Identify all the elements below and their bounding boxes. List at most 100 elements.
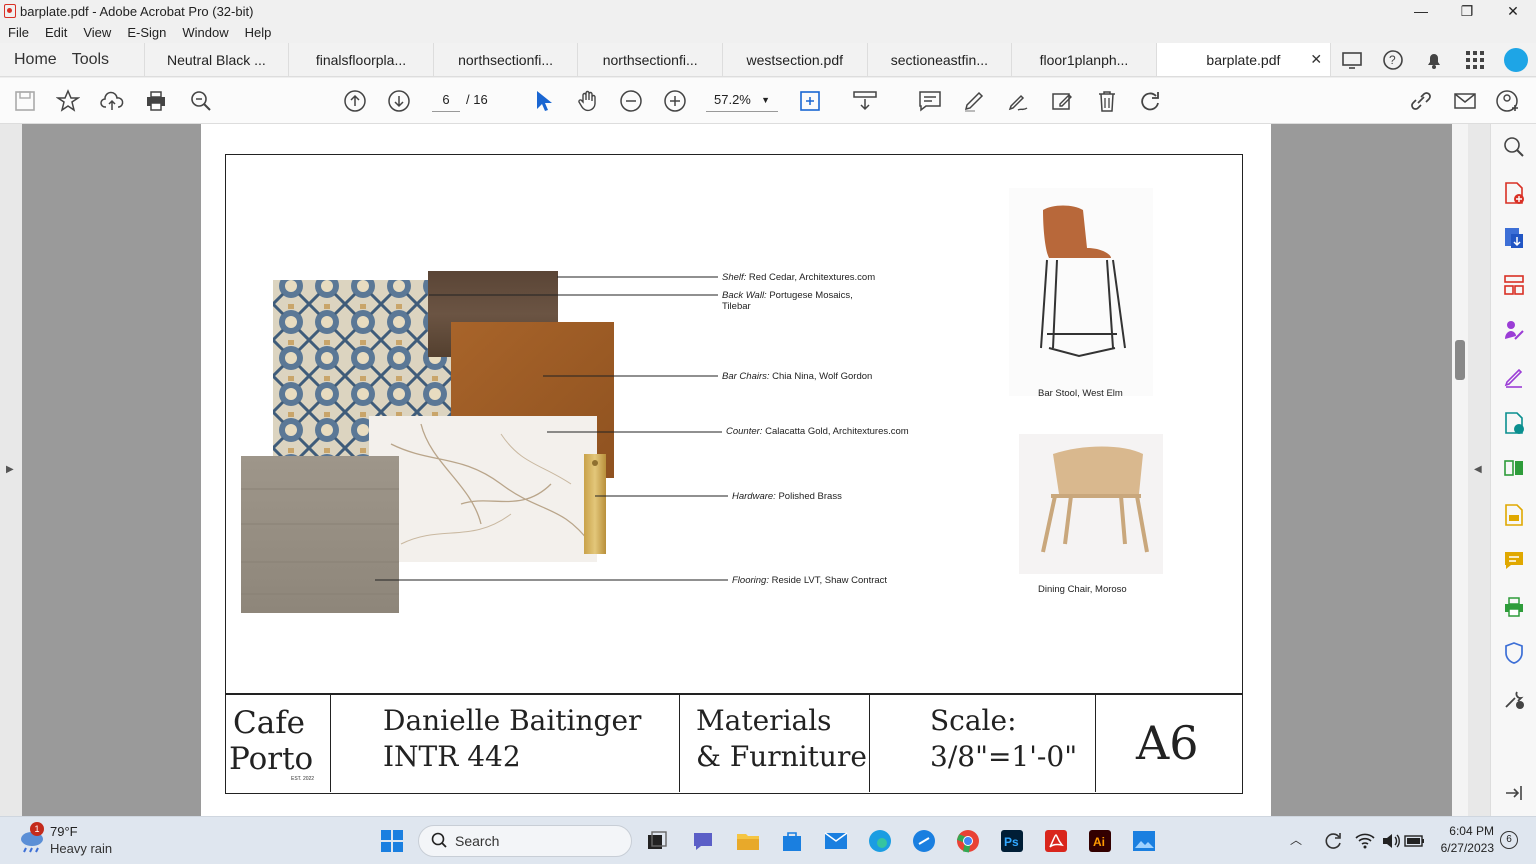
- zoom-in-icon[interactable]: [662, 88, 688, 114]
- illustrator-icon[interactable]: Ai: [1085, 827, 1115, 855]
- page-number-input[interactable]: 6: [432, 88, 460, 112]
- delete-trash-icon[interactable]: [1094, 88, 1120, 114]
- document-tab[interactable]: finalsfloorpla...: [289, 43, 434, 76]
- clock-time[interactable]: 6:04 PM: [1448, 824, 1494, 838]
- tools-tab[interactable]: Tools: [62, 51, 114, 69]
- export-pdf-icon[interactable]: [1501, 225, 1527, 251]
- menu-edit[interactable]: Edit: [37, 25, 75, 40]
- document-tab[interactable]: floor1planph...: [1012, 43, 1157, 76]
- share-screen-icon[interactable]: [1331, 43, 1372, 77]
- scrollbar-thumb[interactable]: [1455, 340, 1465, 380]
- close-tab-icon[interactable]: ✕: [1310, 51, 1322, 68]
- minimize-button[interactable]: —: [1398, 0, 1444, 22]
- previous-page-icon[interactable]: [342, 88, 368, 114]
- document-tab[interactable]: sectioneastfin...: [868, 43, 1013, 76]
- menu-file[interactable]: File: [0, 25, 37, 40]
- pdf-page: Shelf: Red Cedar, Architextures.com Back…: [201, 124, 1271, 816]
- protect-shield-icon[interactable]: [1501, 640, 1527, 666]
- active-tab-label: barplate.pdf: [1206, 51, 1281, 68]
- notification-count[interactable]: 6: [1500, 831, 1518, 849]
- document-tab[interactable]: northsectionfi...: [578, 43, 723, 76]
- scale-label: Scale:: [930, 704, 1017, 737]
- zoom-out-icon[interactable]: [618, 88, 644, 114]
- acrobat-taskbar-icon[interactable]: [1041, 827, 1071, 855]
- share-link-icon[interactable]: [1408, 88, 1434, 114]
- photoshop-icon[interactable]: Ps: [997, 827, 1027, 855]
- bookmark-star-icon[interactable]: [55, 88, 81, 114]
- menu-help[interactable]: Help: [237, 25, 280, 40]
- maximize-button[interactable]: ❐: [1444, 0, 1490, 22]
- task-view-icon[interactable]: [642, 827, 672, 855]
- more-tools-icon[interactable]: [1501, 686, 1527, 712]
- left-panel-toggle[interactable]: ▶: [0, 124, 22, 816]
- document-tab-active[interactable]: barplate.pdf ✕: [1156, 43, 1332, 76]
- document-tab[interactable]: westsection.pdf: [723, 43, 868, 76]
- course-code: INTR 442: [383, 740, 521, 773]
- user-avatar-icon[interactable]: [1495, 43, 1536, 77]
- comment-icon[interactable]: [917, 88, 943, 114]
- edge-browser-icon[interactable]: [865, 827, 895, 855]
- edit-pdf-icon[interactable]: [1501, 410, 1527, 436]
- combine-files-icon[interactable]: [1501, 455, 1527, 481]
- request-signature-icon[interactable]: [1501, 317, 1527, 343]
- print-icon[interactable]: [143, 88, 169, 114]
- teams-chat-icon[interactable]: [688, 827, 718, 855]
- photos-app-icon[interactable]: [1129, 827, 1159, 855]
- print-production-icon[interactable]: [1501, 594, 1527, 620]
- counter-label: Counter: Calacatta Gold, Architextures.c…: [726, 426, 909, 437]
- sync-icon[interactable]: [1318, 827, 1348, 855]
- windows-start-icon[interactable]: [377, 827, 407, 855]
- search-zoom-icon[interactable]: [1501, 134, 1527, 160]
- next-page-icon[interactable]: [386, 88, 412, 114]
- email-envelope-icon[interactable]: [1452, 88, 1478, 114]
- vertical-scrollbar[interactable]: [1452, 124, 1468, 816]
- scroll-mode-icon[interactable]: [852, 88, 878, 114]
- designer-cell: Danielle Baitinger INTR 442: [331, 694, 680, 792]
- scan-ocr-icon[interactable]: [1501, 502, 1527, 528]
- right-panel-toggle[interactable]: ◀: [1468, 124, 1490, 816]
- menu-window[interactable]: Window: [174, 25, 236, 40]
- clock-date[interactable]: 6/27/2023: [1430, 841, 1494, 855]
- file-explorer-icon[interactable]: [733, 827, 763, 855]
- collapse-panel-icon[interactable]: [1501, 780, 1527, 806]
- document-tab[interactable]: northsectionfi...: [434, 43, 579, 76]
- add-person-icon[interactable]: [1496, 88, 1522, 114]
- fill-sign-icon[interactable]: [1049, 88, 1075, 114]
- hand-pan-icon[interactable]: [575, 88, 601, 114]
- dining-chair-caption: Dining Chair, Moroso: [1038, 584, 1127, 595]
- menu-esign[interactable]: E-Sign: [119, 25, 174, 40]
- highlight-pen-icon[interactable]: [961, 88, 987, 114]
- apps-grid-icon[interactable]: [1454, 43, 1495, 77]
- home-tab[interactable]: Home: [0, 51, 62, 69]
- sheet-number-cell: A6: [1096, 694, 1242, 792]
- help-icon[interactable]: ?: [1372, 43, 1413, 77]
- close-window-button[interactable]: ✕: [1490, 0, 1536, 22]
- redo-rotate-icon[interactable]: [1137, 88, 1163, 114]
- chrome-browser-icon[interactable]: [953, 827, 983, 855]
- weather-rain-icon[interactable]: 1: [18, 822, 46, 854]
- generic-app-icon[interactable]: [909, 827, 939, 855]
- svg-text:Ps: Ps: [1004, 835, 1019, 849]
- logo-est: EST. 2022: [291, 776, 315, 782]
- organize-pages-icon[interactable]: [1501, 272, 1527, 298]
- fit-page-icon[interactable]: [798, 88, 824, 114]
- comment-tool-icon[interactable]: [1501, 548, 1527, 574]
- upload-cloud-icon[interactable]: [99, 88, 125, 114]
- taskbar-search-input[interactable]: Search: [418, 825, 632, 857]
- save-icon[interactable]: [12, 88, 38, 114]
- zoom-level-select[interactable]: 57.2% ▼: [706, 88, 778, 112]
- select-cursor-icon[interactable]: [530, 88, 556, 114]
- zoom-search-icon[interactable]: [188, 88, 214, 114]
- microsoft-store-icon[interactable]: [777, 827, 807, 855]
- battery-icon[interactable]: [1400, 827, 1430, 855]
- window-title: barplate.pdf - Adobe Acrobat Pro (32-bit…: [20, 3, 254, 19]
- document-tab[interactable]: Neutral Black ...: [145, 43, 290, 76]
- fill-and-sign-icon[interactable]: [1501, 364, 1527, 390]
- draw-signature-icon[interactable]: [1005, 88, 1031, 114]
- create-pdf-icon[interactable]: [1501, 180, 1527, 206]
- menu-view[interactable]: View: [75, 25, 119, 40]
- show-hidden-icons[interactable]: ︿: [1290, 831, 1302, 848]
- mail-icon[interactable]: [821, 827, 851, 855]
- notifications-bell-icon[interactable]: [1413, 43, 1454, 77]
- brass-hardware-swatch: [584, 454, 606, 554]
